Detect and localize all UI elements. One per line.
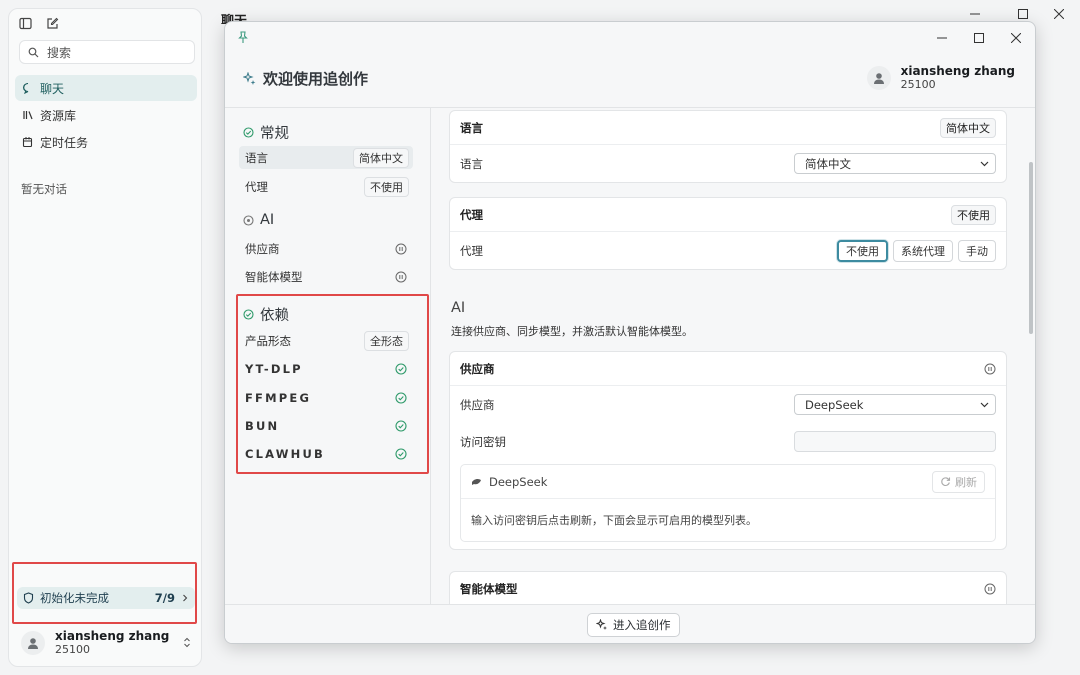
provider-name: DeepSeek (489, 474, 548, 489)
check-circle-icon (243, 127, 254, 138)
provider-card: 供应商 供应商 DeepSeek 访问密钥 DeepSeek 刷新 输入访问密钥… (449, 351, 1007, 550)
ai-heading: AI (451, 300, 466, 316)
settings-content: 语言 简体中文 语言 简体中文 代理 不使用 代理 不使用 系统代理 手动 AI 连… (431, 108, 1035, 604)
avatar (21, 630, 45, 655)
pause-circle-icon (984, 363, 996, 375)
nav-item-library[interactable]: 资源库 (15, 102, 197, 128)
deepseek-logo-icon (471, 477, 482, 486)
nav-row-proxy[interactable]: 代理 不使用 (239, 175, 413, 198)
section-general[interactable]: 常规 (243, 122, 289, 143)
sparkle-icon (596, 619, 608, 631)
card-title: 供应商 (460, 361, 495, 376)
refresh-button[interactable]: 刷新 (932, 470, 985, 493)
row-label: 供应商 (245, 241, 280, 256)
row-label: 代理 (245, 179, 268, 194)
row-value: 不使用 (364, 176, 409, 197)
content-scrollbar[interactable] (1029, 162, 1033, 334)
dialog-footer: 进入追创作 (225, 604, 1035, 643)
card-title: 代理 (460, 207, 483, 222)
nav-label: 资源库 (40, 108, 77, 123)
user-name: xiansheng zhang (900, 64, 1015, 78)
enter-app-button[interactable]: 进入追创作 (587, 613, 680, 637)
search-input[interactable]: 搜索 (19, 40, 195, 64)
pause-circle-icon (395, 243, 407, 255)
section-label: AI (260, 212, 275, 228)
sidebar-toggle-icon[interactable] (19, 17, 32, 30)
chat-icon (22, 82, 34, 94)
dialog-close-icon[interactable] (1011, 33, 1021, 43)
agent-model-card: 智能体模型 (449, 571, 1007, 604)
new-chat-icon[interactable] (46, 17, 59, 30)
pause-circle-icon (984, 583, 996, 595)
nav-row-provider[interactable]: 供应商 (239, 237, 413, 260)
chevron-updown-icon (183, 637, 191, 648)
close-icon[interactable] (1036, 6, 1080, 22)
field-label: 语言 (460, 156, 483, 171)
row-value: 简体中文 (353, 147, 409, 168)
dialog-titlebar (225, 22, 1035, 54)
row-label: 语言 (245, 150, 268, 165)
field-label: 供应商 (460, 397, 495, 412)
nav-row-language[interactable]: 语言 简体中文 (239, 146, 413, 169)
minimize-icon[interactable] (952, 6, 998, 22)
library-icon (22, 109, 34, 121)
dialog-title: 欢迎使用追创作 (243, 68, 368, 89)
select-value: 简体中文 (805, 156, 851, 171)
search-icon (28, 47, 39, 58)
highlight-box-dependencies (236, 294, 429, 474)
dialog-minimize-icon[interactable] (937, 33, 947, 43)
sparkle-icon (243, 71, 257, 86)
search-placeholder: 搜索 (47, 45, 72, 60)
card-title: 智能体模型 (460, 582, 518, 596)
avatar (866, 65, 891, 90)
card-title: 语言 (460, 120, 483, 135)
pause-circle-icon (395, 271, 407, 283)
highlight-box-init (12, 562, 197, 624)
dialog-maximize-icon[interactable] (974, 33, 984, 43)
language-select[interactable]: 简体中文 (794, 153, 996, 174)
proxy-card: 代理 不使用 代理 不使用 系统代理 手动 (449, 197, 1007, 270)
field-label: 访问密钥 (460, 434, 506, 449)
nav-label: 定时任务 (40, 135, 89, 150)
user-id: 25100 (900, 78, 936, 91)
card-tag: 不使用 (951, 204, 996, 225)
enter-app-label: 进入追创作 (613, 618, 671, 632)
pending-circle-icon (243, 214, 254, 226)
row-label: 智能体模型 (245, 269, 303, 284)
refresh-label: 刷新 (955, 475, 977, 489)
field-label: 代理 (460, 243, 483, 258)
nav-row-agent-model[interactable]: 智能体模型 (239, 265, 413, 288)
proxy-option-manual[interactable]: 手动 (958, 239, 996, 262)
app-window-controls (952, 6, 1064, 22)
calendar-clock-icon (22, 136, 34, 148)
dialog-title-text: 欢迎使用追创作 (263, 70, 369, 88)
user-id: 25100 (55, 643, 90, 656)
chevron-down-icon (980, 161, 989, 167)
chevron-down-icon (980, 402, 989, 408)
select-value: DeepSeek (805, 397, 864, 412)
user-account-switcher[interactable]: xiansheng zhang 25100 (21, 629, 191, 656)
api-key-input[interactable] (794, 431, 996, 452)
user-name: xiansheng zhang (55, 629, 170, 643)
ai-description: 连接供应商、同步模型，并激活默认智能体模型。 (451, 325, 693, 338)
refresh-icon (940, 476, 951, 487)
card-tag: 简体中文 (940, 117, 996, 138)
model-list-panel: DeepSeek 刷新 输入访问密钥后点击刷新，下面会显示可启用的模型列表。 (460, 464, 996, 542)
dialog-user: xiansheng zhang 25100 (866, 64, 1015, 91)
proxy-option-system[interactable]: 系统代理 (893, 239, 953, 262)
proxy-option-none[interactable]: 不使用 (837, 239, 888, 262)
provider-select[interactable]: DeepSeek (794, 394, 996, 415)
pin-icon[interactable] (237, 31, 249, 44)
nav-label: 聊天 (40, 81, 65, 96)
section-ai[interactable]: AI (243, 212, 274, 228)
section-label: 常规 (260, 126, 289, 142)
nav-item-scheduled-tasks[interactable]: 定时任务 (15, 129, 197, 155)
model-list-hint: 输入访问密钥后点击刷新，下面会显示可启用的模型列表。 (471, 514, 757, 527)
empty-conversations-text: 暂无对话 (21, 182, 67, 196)
nav-item-chat[interactable]: 聊天 (15, 75, 197, 101)
language-card: 语言 简体中文 语言 简体中文 (449, 110, 1007, 183)
